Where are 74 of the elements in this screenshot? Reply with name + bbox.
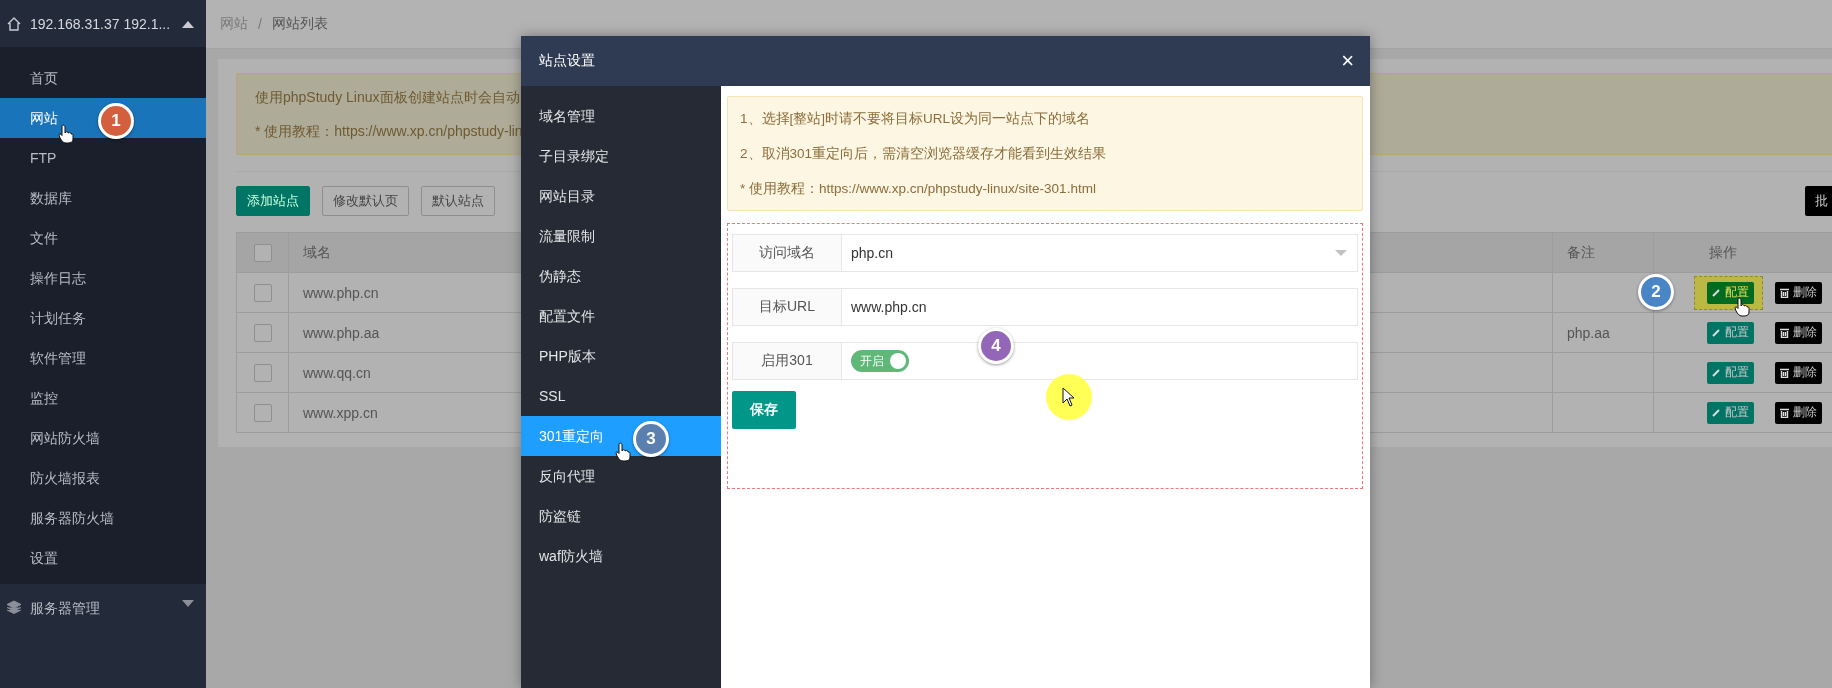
group-label: 服务器管理 bbox=[30, 600, 101, 618]
batch-button[interactable]: 批 bbox=[1805, 186, 1832, 216]
column-header: 操作 bbox=[1653, 233, 1832, 272]
notice-text: * 使用教程：https://www.xp.cn/phpstudy-linux/site-301.html bbox=[740, 180, 1096, 198]
save-button[interactable]: 保存 bbox=[732, 391, 796, 429]
sidebar-item[interactable]: 防火墙报表 bbox=[0, 458, 206, 498]
pointer-cursor-icon bbox=[1062, 387, 1076, 407]
menu-item[interactable]: 防盗链 bbox=[521, 496, 721, 536]
notice-text: 1、选择[整站]时请不要将目标URL设为同一站点下的域名 bbox=[740, 110, 1091, 128]
config-button[interactable]: 配置 bbox=[1707, 401, 1754, 424]
delete-button[interactable]: 删除 bbox=[1775, 401, 1822, 424]
sidebar-item[interactable]: 设置 bbox=[0, 538, 206, 578]
menu-item[interactable]: 子目录绑定 bbox=[521, 136, 721, 176]
toolbar-button[interactable]: 默认站点 bbox=[421, 186, 495, 216]
step-badge: 2 bbox=[1638, 274, 1674, 310]
step-badge: 1 bbox=[98, 103, 134, 139]
notice-text: * 使用教程：https://www.xp.cn/phpstudy-lin bbox=[255, 122, 523, 141]
field-label: 目标URL bbox=[733, 289, 842, 325]
pencil-icon bbox=[1712, 328, 1721, 337]
field-label: 访问域名 bbox=[733, 235, 842, 271]
column-header: 备注 bbox=[1552, 233, 1653, 272]
menu-item[interactable]: waf防火墙 bbox=[521, 536, 721, 576]
sidebar-item[interactable]: 计划任务 bbox=[0, 298, 206, 338]
sidebar-item[interactable]: 数据库 bbox=[0, 178, 206, 218]
sidebar-group[interactable]: 服务器管理 bbox=[0, 584, 206, 688]
trash-icon bbox=[1780, 407, 1789, 418]
hand-cursor-icon bbox=[58, 124, 74, 144]
delete-button[interactable]: 删除 bbox=[1775, 281, 1822, 304]
trash-icon bbox=[1780, 367, 1789, 378]
home-icon bbox=[6, 15, 22, 32]
step-badge: 4 bbox=[978, 328, 1014, 364]
menu-item[interactable]: 域名管理 bbox=[521, 96, 721, 136]
breadcrumb-separator: / bbox=[258, 16, 262, 32]
dialog-title: 站点设置 bbox=[539, 52, 595, 70]
hand-cursor-icon bbox=[615, 442, 631, 462]
config-button[interactable]: 配置 bbox=[1707, 361, 1754, 384]
sidebar-item[interactable]: 服务器防火墙 bbox=[0, 498, 206, 538]
checkbox[interactable] bbox=[253, 283, 272, 302]
table-cell: php.aa bbox=[1552, 313, 1653, 352]
sidebar-item[interactable]: 监控 bbox=[0, 378, 206, 418]
sidebar-item[interactable]: 操作日志 bbox=[0, 258, 206, 298]
notice-text: 2、取消301重定向后，需清空浏览器缓存才能看到生效结果 bbox=[740, 145, 1107, 163]
sidebar-item[interactable]: 软件管理 bbox=[0, 338, 206, 378]
pencil-icon bbox=[1712, 408, 1721, 417]
toolbar-button[interactable]: 修改默认页 bbox=[322, 186, 409, 216]
close-button[interactable]: × bbox=[1337, 48, 1358, 74]
pencil-icon bbox=[1712, 288, 1721, 297]
host-label: 192.168.31.37 192.1... bbox=[30, 15, 172, 32]
checkbox[interactable] bbox=[253, 403, 272, 422]
notice-text: 使用phpStudy Linux面板创建站点时会自动 bbox=[255, 88, 520, 107]
pencil-icon bbox=[1712, 368, 1721, 377]
sidebar-item[interactable]: 网站防火墙 bbox=[0, 418, 206, 458]
checkbox[interactable] bbox=[253, 323, 272, 342]
checkbox[interactable] bbox=[253, 243, 272, 262]
dropdown-caret-icon bbox=[1335, 249, 1347, 257]
config-button[interactable]: 配置 bbox=[1707, 321, 1754, 344]
sidebar-item[interactable]: 文件 bbox=[0, 218, 206, 258]
host-menu[interactable]: 192.168.31.37 192.1... bbox=[0, 0, 206, 47]
checkbox[interactable] bbox=[253, 363, 272, 382]
delete-button[interactable]: 删除 bbox=[1775, 361, 1822, 384]
delete-button[interactable]: 删除 bbox=[1775, 321, 1822, 344]
menu-item[interactable]: 反向代理 bbox=[521, 456, 721, 496]
breadcrumb-link[interactable]: 网站列表 bbox=[271, 15, 328, 33]
toolbar-button[interactable]: 添加站点 bbox=[236, 186, 310, 216]
menu-item[interactable]: 网站目录 bbox=[521, 176, 721, 216]
domain-select[interactable]: php.cn bbox=[842, 235, 1357, 271]
step-badge: 3 bbox=[633, 421, 669, 457]
hand-cursor-icon bbox=[1734, 297, 1750, 317]
sidebar-item[interactable]: FTP bbox=[0, 138, 206, 178]
trash-icon bbox=[1780, 287, 1789, 298]
layers-icon bbox=[6, 600, 22, 614]
sidebar-item[interactable]: 首页 bbox=[0, 58, 206, 98]
trash-icon bbox=[1780, 327, 1789, 338]
field-label: 启用301 bbox=[733, 343, 842, 379]
